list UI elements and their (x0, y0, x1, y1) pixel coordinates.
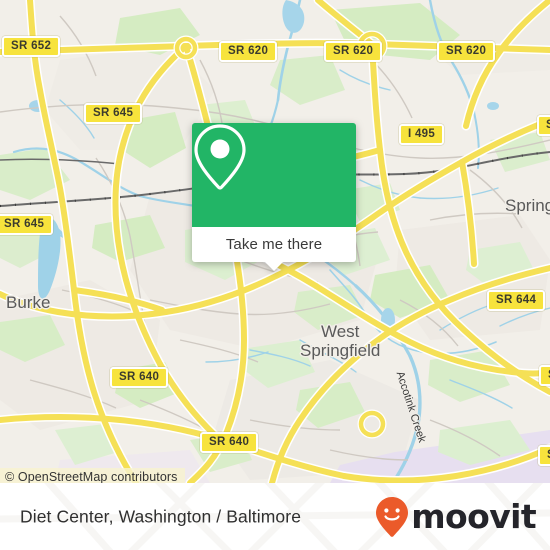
moovit-pin-icon (376, 496, 409, 537)
road-shield-sr652[interactable]: SR 652 (2, 36, 61, 57)
place-label-line: West (320, 322, 360, 341)
map-canvas[interactable]: Springfi Burke West Springfield Accotink… (0, 0, 550, 483)
place-label-burke: Burke (6, 293, 51, 312)
road-shield-sr644[interactable]: SR 644 (487, 290, 546, 311)
place-label-line: Springfield (300, 341, 381, 360)
popup-header (192, 123, 356, 227)
road-shield-sr-southeast-edge[interactable]: SR (538, 445, 550, 466)
road-shield-sr-east-edge[interactable]: SR (539, 365, 550, 386)
take-me-there-label: Take me there (225, 236, 323, 253)
road-shield-sr620-west[interactable]: SR 620 (219, 41, 278, 62)
moovit-map-screenshot: Springfi Burke West Springfield Accotink… (0, 0, 550, 550)
popup-footer[interactable]: Take me there (192, 227, 356, 271)
popup-pointer (265, 262, 283, 271)
road-shield-sr620-east[interactable]: SR 620 (437, 41, 496, 62)
footer-bar: Diet Center, Washington / Baltimore moov… (0, 483, 550, 550)
location-popup-card[interactable]: Take me there (192, 123, 356, 271)
moovit-logo[interactable]: moovit (375, 496, 537, 538)
road-shield-sr-northeast-edge[interactable]: SR (537, 115, 550, 136)
road-shield-sr620-center[interactable]: SR 620 (324, 41, 383, 62)
road-shield-sr645-north[interactable]: SR 645 (84, 103, 143, 124)
map-pin-icon (194, 124, 246, 190)
page-title: Diet Center, Washington / Baltimore (20, 506, 302, 526)
road-shield-sr640-south[interactable]: SR 640 (200, 432, 259, 453)
road-shield-sr645-west[interactable]: SR 645 (0, 214, 54, 235)
road-shield-sr640-north[interactable]: SR 640 (110, 367, 169, 388)
place-label-west-springfield: West Springfield (300, 322, 380, 360)
place-label-springfield: Springfi (505, 196, 550, 215)
moovit-wordmark: moovit (411, 497, 536, 536)
road-shield-i495[interactable]: I 495 (399, 124, 445, 145)
osm-attribution[interactable]: © OpenStreetMap contributors (0, 468, 185, 483)
